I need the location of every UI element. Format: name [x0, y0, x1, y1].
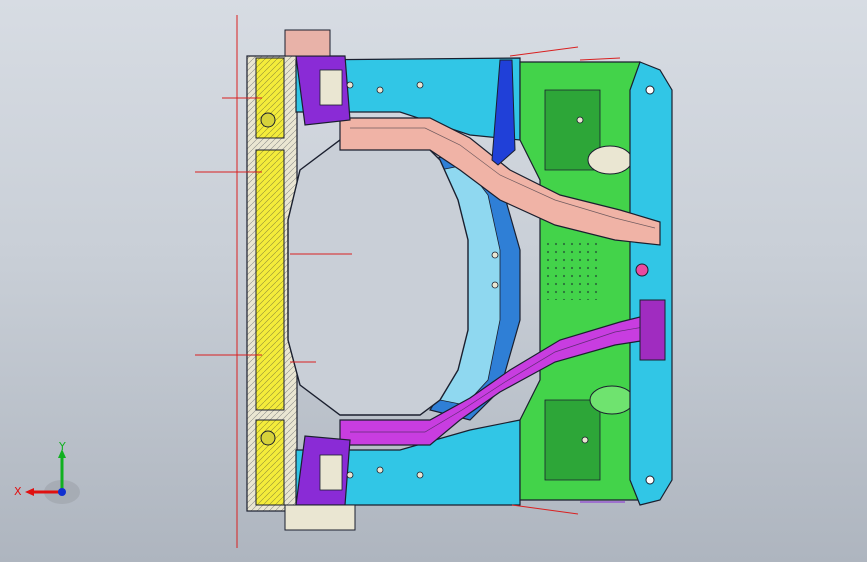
rear-crossmember[interactable]: [629, 61, 673, 506]
chassis-model[interactable]: [0, 0, 867, 562]
x-axis-label: X: [14, 485, 22, 498]
3d-viewport[interactable]: Y X: [0, 0, 867, 562]
center-opening: [287, 139, 469, 416]
orientation-triad[interactable]: Y X: [14, 440, 84, 510]
triad-graphic: [25, 449, 80, 504]
y-axis-label: Y: [59, 440, 66, 453]
